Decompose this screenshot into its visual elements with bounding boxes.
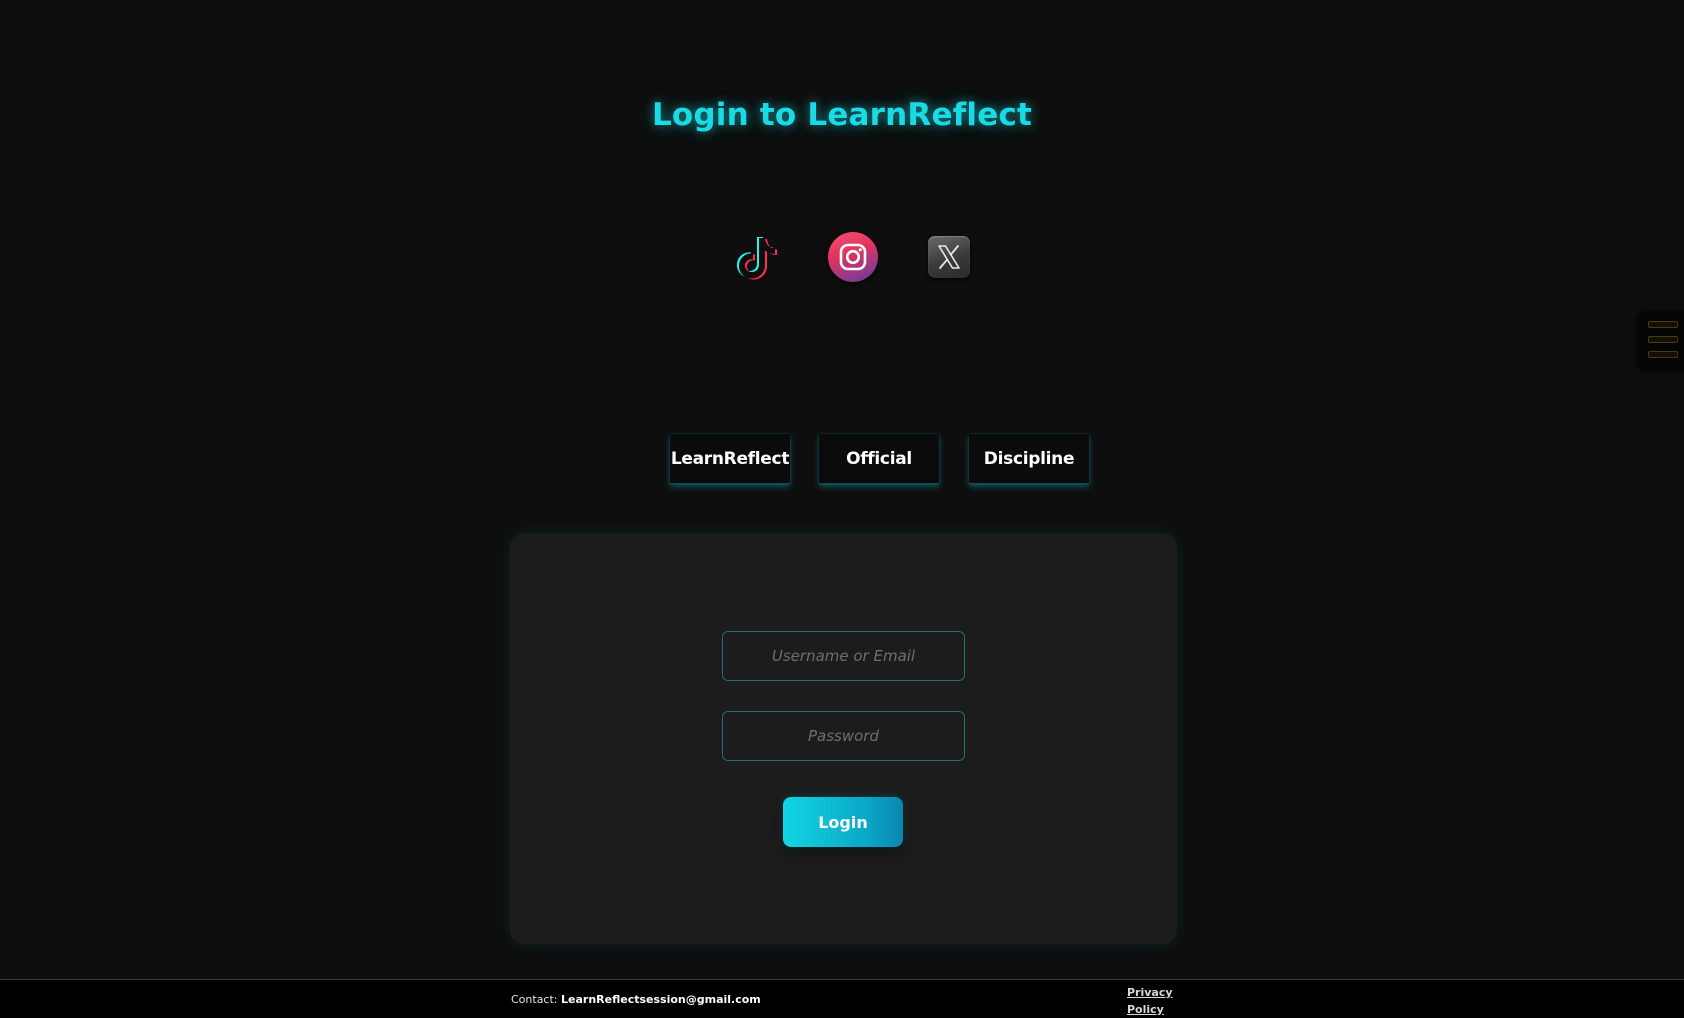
password-input[interactable] [722, 711, 965, 761]
menu-toggle-button[interactable] [1637, 311, 1684, 371]
tag-discipline-button[interactable]: Discipline [969, 434, 1089, 484]
x-link[interactable] [928, 236, 970, 278]
tiktok-icon [736, 237, 777, 280]
contact-info: Contact: LearnReflectsession@gmail.com [511, 993, 761, 1006]
page-title: Login to LearnReflect [651, 96, 1033, 133]
menu-bar [1648, 351, 1678, 358]
tiktok-link[interactable] [732, 230, 784, 284]
footer: Contact: LearnReflectsession@gmail.com P… [0, 979, 1684, 1018]
login-button[interactable]: Login [783, 797, 903, 847]
tag-learnreflect-button[interactable]: LearnReflect [670, 434, 790, 484]
instagram-link[interactable] [828, 232, 878, 282]
contact-email: LearnReflectsession@gmail.com [561, 993, 761, 1006]
username-input[interactable] [722, 631, 965, 681]
contact-label: Contact: [511, 993, 558, 1006]
privacy-policy-link[interactable]: Privacy Policy [1127, 984, 1183, 1018]
tag-official-button[interactable]: Official [819, 434, 939, 484]
instagram-icon [839, 243, 867, 271]
x-icon [938, 245, 960, 269]
menu-bar [1648, 336, 1678, 343]
menu-bar [1648, 321, 1678, 328]
